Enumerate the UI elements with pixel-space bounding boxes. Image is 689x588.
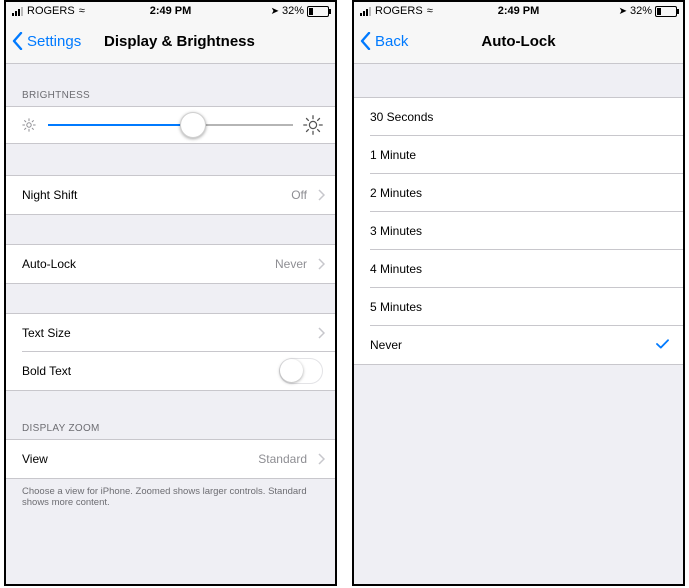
page-title: Display & Brightness bbox=[104, 33, 255, 50]
auto-lock-option[interactable]: Never bbox=[354, 326, 683, 364]
view-value: Standard bbox=[258, 452, 307, 466]
status-bar: ROGERS ≈ 2:49 PM ➤ 32% bbox=[6, 2, 335, 20]
back-label: Settings bbox=[27, 32, 82, 50]
battery-percent: 32% bbox=[281, 5, 304, 17]
auto-lock-label: Auto-Lock bbox=[22, 257, 77, 271]
bold-text-toggle[interactable] bbox=[279, 358, 323, 384]
auto-lock-option-label: 1 Minute bbox=[370, 148, 417, 162]
back-button-settings[interactable]: Settings bbox=[12, 32, 81, 50]
navigation-bar: Settings Display & Brightness bbox=[6, 20, 335, 64]
settings-list: BRIGHTNESS Night Shift Off Auto-Lock Nev… bbox=[6, 64, 335, 584]
brightness-group bbox=[6, 106, 335, 144]
bold-text-label: Bold Text bbox=[22, 364, 72, 378]
bold-text-row: Bold Text bbox=[6, 352, 335, 390]
auto-lock-option-label: 2 Minutes bbox=[370, 186, 423, 200]
brightness-slider[interactable] bbox=[48, 112, 293, 138]
display-zoom-group: View Standard bbox=[6, 439, 335, 479]
auto-lock-options-group: 30 Seconds 1 Minute 2 Minutes 3 Minutes 4 Mi… bbox=[354, 97, 683, 365]
navigation-bar: Back Auto-Lock bbox=[354, 20, 683, 64]
brightness-slider-fill bbox=[48, 124, 193, 126]
view-label: View bbox=[22, 452, 48, 466]
night-shift-label: Night Shift bbox=[22, 188, 78, 202]
toggle-knob bbox=[280, 359, 303, 382]
chevron-right-icon bbox=[318, 453, 325, 465]
auto-lock-option[interactable]: 1 Minute bbox=[354, 136, 683, 174]
brightness-row bbox=[6, 107, 335, 143]
auto-lock-option-label: 4 Minutes bbox=[370, 262, 423, 276]
view-row[interactable]: View Standard bbox=[6, 440, 335, 478]
auto-lock-group: Auto-Lock Never bbox=[6, 244, 335, 284]
checkmark-icon bbox=[656, 339, 669, 349]
page-title: Auto-Lock bbox=[481, 33, 556, 50]
text-size-row[interactable]: Text Size bbox=[6, 314, 335, 352]
chevron-right-icon bbox=[318, 258, 325, 270]
auto-lock-row[interactable]: Auto-Lock Never bbox=[6, 245, 335, 283]
auto-lock-option[interactable]: 2 Minutes bbox=[354, 174, 683, 212]
display-brightness-screen: ROGERS ≈ 2:49 PM ➤ 32% Settings Display … bbox=[4, 0, 337, 586]
auto-lock-value: Never bbox=[274, 257, 307, 271]
sun-large-icon bbox=[303, 115, 323, 135]
auto-lock-option-label: 30 Seconds bbox=[370, 110, 434, 124]
auto-lock-option-label: 5 Minutes bbox=[370, 300, 423, 314]
auto-lock-option[interactable]: 5 Minutes bbox=[354, 288, 683, 326]
status-bar: ROGERS ≈ 2:49 PM ➤ 32% bbox=[354, 2, 683, 20]
auto-lock-option-label: 3 Minutes bbox=[370, 224, 423, 238]
text-size-label: Text Size bbox=[22, 326, 71, 340]
auto-lock-options: 30 Seconds 1 Minute 2 Minutes 3 Minutes 4 Mi… bbox=[354, 64, 683, 584]
location-arrow-icon: ➤ bbox=[618, 5, 627, 17]
auto-lock-screen: ROGERS ≈ 2:49 PM ➤ 32% Back Auto-Lock 30… bbox=[352, 0, 685, 586]
brightness-slider-thumb[interactable] bbox=[179, 112, 206, 138]
section-header-brightness: BRIGHTNESS bbox=[22, 90, 91, 101]
auto-lock-option[interactable]: 4 Minutes bbox=[354, 250, 683, 288]
chevron-right-icon bbox=[318, 189, 325, 201]
battery-percent: 32% bbox=[629, 5, 652, 17]
battery-icon bbox=[655, 5, 679, 17]
auto-lock-option[interactable]: 30 Seconds bbox=[354, 98, 683, 136]
chevron-right-icon bbox=[318, 327, 325, 339]
auto-lock-option[interactable]: 3 Minutes bbox=[354, 212, 683, 250]
section-header-display-zoom: DISPLAY ZOOM bbox=[22, 423, 100, 434]
night-shift-row[interactable]: Night Shift Off bbox=[6, 176, 335, 214]
location-arrow-icon: ➤ bbox=[270, 5, 279, 17]
battery-icon bbox=[307, 5, 331, 17]
night-shift-group: Night Shift Off bbox=[6, 175, 335, 215]
night-shift-value: Off bbox=[291, 188, 307, 202]
chevron-left-icon bbox=[12, 32, 23, 50]
sun-small-icon bbox=[22, 118, 36, 132]
text-group: Text Size Bold Text bbox=[6, 313, 335, 391]
auto-lock-option-label: Never bbox=[370, 338, 403, 352]
display-zoom-footnote: Choose a view for iPhone. Zoomed shows l… bbox=[22, 486, 307, 508]
